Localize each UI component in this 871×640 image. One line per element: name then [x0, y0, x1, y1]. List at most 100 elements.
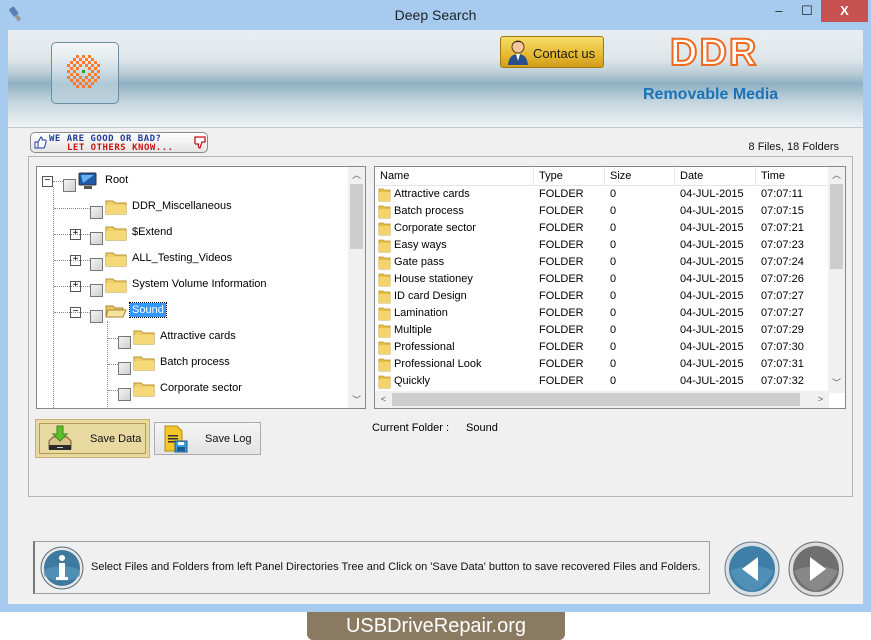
cell-size: 0	[610, 256, 617, 268]
cell-type: FOLDER	[539, 341, 584, 353]
tree-node[interactable]: + $Extend	[37, 225, 357, 245]
cell-date: 04-JUL-2015	[680, 358, 744, 370]
contact-us-button[interactable]: Contact us	[500, 36, 604, 68]
cell-name: Lamination	[394, 307, 448, 319]
file-list[interactable]: Name Type Size Date Time Attractive cards FOL…	[374, 166, 846, 409]
cell-type: FOLDER	[539, 188, 584, 200]
save-log-button[interactable]: Save Log	[154, 422, 261, 455]
tree-checkbox[interactable]	[90, 206, 103, 219]
save-data-label: Save Data	[90, 433, 142, 445]
tree-node-label: Attractive cards	[160, 330, 236, 342]
watermark-label: USBDriveRepair.org	[307, 612, 565, 640]
tree-node-root[interactable]: − Root	[37, 172, 337, 193]
cell-date: 04-JUL-2015	[680, 222, 744, 234]
folder-icon	[105, 277, 127, 296]
scroll-thumb[interactable]	[350, 184, 363, 249]
save-data-icon	[48, 425, 72, 450]
close-button[interactable]: X	[821, 0, 868, 22]
scroll-thumb[interactable]	[830, 184, 843, 269]
cell-date: 04-JUL-2015	[680, 375, 744, 387]
h-scroll-thumb[interactable]	[392, 393, 800, 406]
list-header: Name Type Size Date Time	[375, 167, 829, 186]
list-row[interactable]: Attractive cards FOLDER 0 04-JUL-2015 07:07:…	[375, 186, 829, 203]
save-data-button[interactable]: Save Data	[35, 419, 150, 458]
list-row[interactable]: Lamination FOLDER 0 04-JUL-2015 07:07:27	[375, 305, 829, 322]
list-horizontal-scrollbar[interactable]: < >	[375, 391, 829, 408]
cell-size: 0	[610, 307, 617, 319]
list-row[interactable]: ID card Design FOLDER 0 04-JUL-2015 07:07:27	[375, 288, 829, 305]
list-vertical-scrollbar[interactable]: ︿ ﹀	[828, 167, 845, 393]
list-row[interactable]: Corporate sector FOLDER 0 04-JUL-2015 07:07:…	[375, 220, 829, 237]
tree-checkbox[interactable]	[118, 362, 131, 375]
cell-name: Professional	[394, 341, 455, 353]
column-header-type[interactable]: Type	[534, 167, 605, 185]
tree-node[interactable]: DDR_Miscellaneous	[37, 199, 357, 219]
cell-type: FOLDER	[539, 222, 584, 234]
header-banner: Contact us DDR Removable Media	[8, 30, 863, 128]
cell-size: 0	[610, 273, 617, 285]
folder-open-icon	[105, 303, 127, 322]
collapse-icon[interactable]: −	[42, 176, 53, 187]
info-icon	[40, 546, 84, 590]
tree-checkbox[interactable]	[90, 258, 103, 271]
list-row[interactable]: House stationey FOLDER 0 04-JUL-2015 07:07:2…	[375, 271, 829, 288]
scroll-down-icon[interactable]: ﹀	[348, 392, 365, 408]
current-folder-value: Sound	[466, 422, 498, 434]
tree-node[interactable]: + ALL_Testing_Videos	[37, 251, 357, 271]
tree-checkbox[interactable]	[90, 310, 103, 323]
minimize-button[interactable]: ‒	[766, 0, 792, 22]
cell-time: 07:07:15	[761, 205, 804, 217]
info-panel: Select Files and Folders from left Panel…	[33, 541, 710, 594]
tree-child-node[interactable]: Attractive cards	[37, 329, 357, 349]
tree-node[interactable]: − Sound	[37, 302, 357, 323]
cell-date: 04-JUL-2015	[680, 188, 744, 200]
tree-checkbox[interactable]	[63, 179, 76, 192]
folder-icon	[105, 199, 127, 218]
tree-node-label: System Volume Information	[132, 278, 267, 290]
window-title: Deep Search	[394, 7, 477, 23]
tree-node-label: Sound	[129, 302, 167, 318]
column-header-date[interactable]: Date	[675, 167, 756, 185]
scroll-up-icon[interactable]: ︿	[828, 167, 845, 183]
tree-node[interactable]: + System Volume Information	[37, 277, 357, 297]
cell-size: 0	[610, 205, 617, 217]
list-row[interactable]: Professional Look FOLDER 0 04-JUL-2015 07:07…	[375, 356, 829, 373]
maximize-button[interactable]: ☐	[794, 0, 820, 22]
directory-tree[interactable]: − Root DDR_Miscellaneous + $Extend + ALL_Testi…	[36, 166, 366, 409]
save-log-label: Save Log	[205, 433, 252, 445]
tree-checkbox[interactable]	[90, 284, 103, 297]
next-button[interactable]	[788, 541, 844, 597]
cell-type: FOLDER	[539, 273, 584, 285]
scroll-down-icon[interactable]: ﹀	[828, 375, 845, 391]
cell-time: 07:07:32	[761, 375, 804, 387]
column-header-name[interactable]: Name	[375, 167, 534, 185]
back-button[interactable]	[724, 541, 780, 597]
tree-checkbox[interactable]	[90, 232, 103, 245]
tree-checkbox[interactable]	[118, 336, 131, 349]
scroll-up-icon[interactable]: ︿	[348, 167, 365, 183]
cell-type: FOLDER	[539, 239, 584, 251]
list-row[interactable]: Easy ways FOLDER 0 04-JUL-2015 07:07:23	[375, 237, 829, 254]
tree-child-node[interactable]: Batch process	[37, 355, 357, 375]
tree-checkbox[interactable]	[118, 388, 131, 401]
cell-size: 0	[610, 341, 617, 353]
product-name: Removable Media	[643, 86, 779, 103]
cell-type: FOLDER	[539, 290, 584, 302]
list-row[interactable]: Professional FOLDER 0 04-JUL-2015 07:07:30	[375, 339, 829, 356]
main-client-area: Contact us DDR Removable Media WE ARE GO…	[8, 30, 863, 604]
cell-time: 07:07:27	[761, 290, 804, 302]
scroll-left-icon[interactable]: <	[375, 391, 392, 408]
list-row[interactable]: Multiple FOLDER 0 04-JUL-2015 07:07:29	[375, 322, 829, 339]
scroll-right-icon[interactable]: >	[812, 391, 829, 408]
tree-vertical-scrollbar[interactable]: ︿ ﹀	[348, 167, 365, 408]
tree-child-node[interactable]: Corporate sector	[37, 381, 357, 401]
cell-name: ID card Design	[394, 290, 467, 302]
cell-time: 07:07:31	[761, 358, 804, 370]
list-row[interactable]: Gate pass FOLDER 0 04-JUL-2015 07:07:24	[375, 254, 829, 271]
cell-size: 0	[610, 222, 617, 234]
list-row[interactable]: Batch process FOLDER 0 04-JUL-2015 07:07:15	[375, 203, 829, 220]
column-header-size[interactable]: Size	[605, 167, 675, 185]
list-row[interactable]: Quickly FOLDER 0 04-JUL-2015 07:07:32	[375, 373, 829, 390]
feedback-button[interactable]: WE ARE GOOD OR BAD? LET OTHERS KNOW...	[30, 132, 208, 153]
column-header-time[interactable]: Time	[756, 167, 829, 185]
